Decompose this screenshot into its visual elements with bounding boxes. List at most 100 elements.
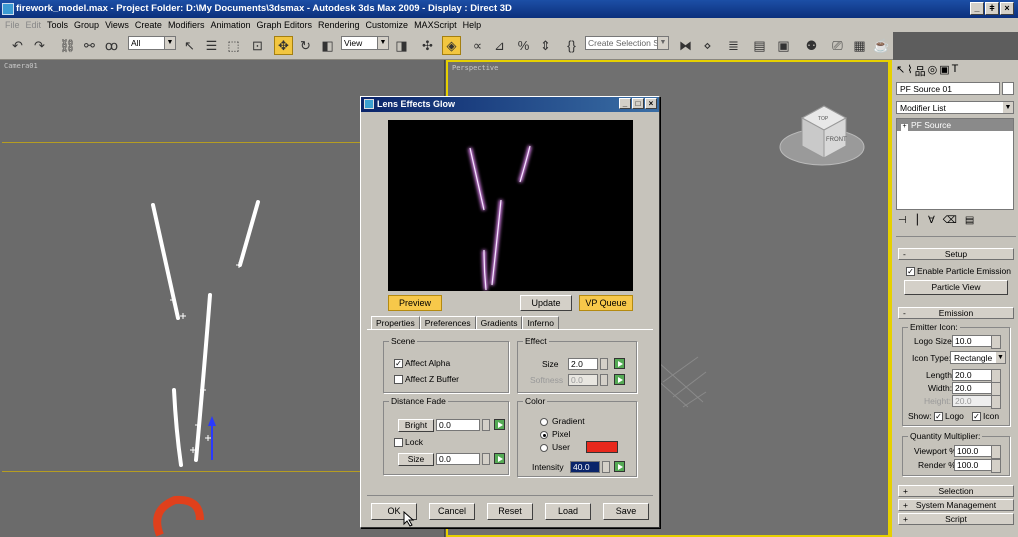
menu-views[interactable]: Views: [102, 18, 132, 32]
modifier-list-dropdown[interactable]: Modifier List ▼: [896, 101, 1014, 114]
select-and-move-icon[interactable]: ✥: [274, 36, 293, 55]
pin-stack-icon[interactable]: ⊣: [898, 215, 907, 229]
menu-graph-editors[interactable]: Graph Editors: [253, 18, 315, 32]
expand-icon[interactable]: +: [901, 123, 908, 131]
menu-help[interactable]: Help: [460, 18, 485, 32]
update-button[interactable]: Update: [520, 295, 572, 311]
menu-tools[interactable]: Tools: [44, 18, 71, 32]
stack-item-pf-source[interactable]: + PF Source: [897, 119, 1013, 131]
object-name-field[interactable]: PF Source 01: [896, 82, 1000, 95]
load-button[interactable]: Load: [545, 503, 591, 520]
menu-animation[interactable]: Animation: [207, 18, 253, 32]
display-tab-icon[interactable]: ▣: [939, 63, 949, 79]
icon-type-dropdown[interactable]: Rectangle ▼: [950, 351, 1006, 364]
bind-space-warp-icon[interactable]: ꝏ: [102, 36, 121, 55]
tab-preferences[interactable]: Preferences: [419, 316, 476, 329]
utilities-tab-icon[interactable]: T: [952, 63, 959, 79]
align-icon[interactable]: ⋄: [698, 36, 717, 55]
restore-button[interactable]: ǂ: [985, 2, 999, 15]
dialog-close-button[interactable]: ×: [645, 98, 657, 109]
rectangle-selection-icon[interactable]: ⬚: [224, 36, 243, 55]
dialog-title-bar[interactable]: Lens Effects Glow _ □ ×: [361, 97, 659, 112]
curve-editor-icon[interactable]: ▤: [750, 36, 769, 55]
pixel-radio[interactable]: Pixel: [540, 429, 570, 439]
user-color-swatch[interactable]: [586, 441, 618, 453]
motion-tab-icon[interactable]: ◎: [928, 63, 938, 79]
dialog-maximize-button[interactable]: □: [632, 98, 644, 109]
system-management-rollout-header[interactable]: + System Management: [898, 499, 1014, 511]
lock-checkbox[interactable]: Lock: [394, 437, 423, 448]
width-spinner[interactable]: 20.0: [952, 382, 1001, 396]
undo-icon[interactable]: ↶: [8, 36, 27, 55]
keyboard-shortcut-override-icon[interactable]: ◈: [442, 36, 461, 55]
select-and-link-icon[interactable]: ⛓: [58, 36, 77, 55]
schematic-view-icon[interactable]: ▣: [774, 36, 793, 55]
show-end-result-icon[interactable]: ⎮: [915, 215, 920, 229]
make-unique-icon[interactable]: ∀: [928, 215, 935, 229]
spinner-snap-icon[interactable]: ⇕: [536, 36, 555, 55]
bright-spinner[interactable]: [482, 419, 490, 431]
emission-rollout-header[interactable]: - Emission: [898, 307, 1014, 319]
select-and-rotate-icon[interactable]: ↻: [296, 36, 315, 55]
tab-gradients[interactable]: Gradients: [475, 316, 523, 329]
effect-size-map-icon[interactable]: [614, 358, 625, 369]
window-crossing-icon[interactable]: ⊡: [248, 36, 267, 55]
unlink-icon[interactable]: ⚯: [80, 36, 99, 55]
render-percent-spinner[interactable]: 100.0: [954, 459, 1001, 473]
select-and-manipulate-icon[interactable]: ✣: [418, 36, 437, 55]
viewport-percent-spinner[interactable]: 100.0: [954, 445, 1001, 459]
effect-size-spinner[interactable]: [600, 358, 608, 370]
select-and-scale-icon[interactable]: ◧: [318, 36, 337, 55]
menu-edit[interactable]: Edit: [23, 18, 45, 32]
reset-button[interactable]: Reset: [487, 503, 533, 520]
select-by-name-icon[interactable]: ☰: [202, 36, 221, 55]
object-color-swatch[interactable]: [1002, 82, 1014, 95]
affect-alpha-checkbox[interactable]: ✓ Affect Alpha: [394, 358, 450, 369]
percent-snap-icon[interactable]: %: [514, 36, 533, 55]
bright-map-icon[interactable]: [494, 419, 505, 430]
dialog-minimize-button[interactable]: _: [619, 98, 631, 109]
reference-coordinate-dropdown[interactable]: View ▼: [341, 36, 389, 50]
rendered-frame-window-icon[interactable]: ▦: [850, 36, 869, 55]
length-spinner[interactable]: 20.0: [952, 369, 1001, 383]
user-radio[interactable]: User: [540, 442, 570, 452]
selection-filter-dropdown[interactable]: All ▼: [128, 36, 176, 50]
tab-inferno[interactable]: Inferno: [522, 316, 559, 329]
fade-size-button[interactable]: Size: [398, 453, 434, 466]
fade-size-map-icon[interactable]: [494, 453, 505, 464]
pivot-center-icon[interactable]: ◨: [392, 36, 411, 55]
snaps-toggle-icon[interactable]: ∝: [468, 36, 487, 55]
named-selection-icon[interactable]: {}: [562, 36, 581, 55]
select-object-icon[interactable]: ↖: [180, 36, 199, 55]
remove-modifier-icon[interactable]: ⌫: [943, 215, 957, 229]
tab-properties[interactable]: Properties: [371, 316, 420, 329]
logo-size-spinner[interactable]: 10.0: [952, 335, 1001, 349]
selection-rollout-header[interactable]: + Selection: [898, 485, 1014, 497]
gradient-radio[interactable]: Gradient: [540, 416, 585, 426]
menu-create[interactable]: Create: [132, 18, 165, 32]
setup-rollout-header[interactable]: - Setup: [898, 248, 1014, 260]
layer-manager-icon[interactable]: ≣: [724, 36, 743, 55]
menu-file[interactable]: File: [2, 18, 23, 32]
render-setup-icon[interactable]: ⎚: [828, 36, 847, 55]
intensity-spinner[interactable]: [602, 461, 610, 473]
save-button[interactable]: Save: [603, 503, 649, 520]
minimize-button[interactable]: _: [970, 2, 984, 15]
preview-button[interactable]: Preview: [388, 295, 442, 311]
angle-snap-icon[interactable]: ⊿: [490, 36, 509, 55]
modify-tab-icon[interactable]: ⌇: [907, 63, 912, 79]
menu-customize[interactable]: Customize: [363, 18, 412, 32]
particle-view-button[interactable]: Particle View: [904, 280, 1008, 295]
material-editor-icon[interactable]: ⚉: [802, 36, 821, 55]
intensity-field[interactable]: 40.0: [570, 461, 600, 473]
redo-icon[interactable]: ↷: [30, 36, 49, 55]
menu-maxscript[interactable]: MAXScript: [411, 18, 460, 32]
fade-size-field[interactable]: 0.0: [436, 453, 480, 465]
fade-size-spinner[interactable]: [482, 453, 490, 465]
menu-rendering[interactable]: Rendering: [315, 18, 363, 32]
effect-softness-map-icon[interactable]: [614, 374, 625, 385]
effect-size-field[interactable]: 2.0: [568, 358, 598, 370]
close-button[interactable]: ×: [1000, 2, 1014, 15]
intensity-map-icon[interactable]: [614, 461, 625, 472]
mirror-icon[interactable]: ⧓: [676, 36, 695, 55]
